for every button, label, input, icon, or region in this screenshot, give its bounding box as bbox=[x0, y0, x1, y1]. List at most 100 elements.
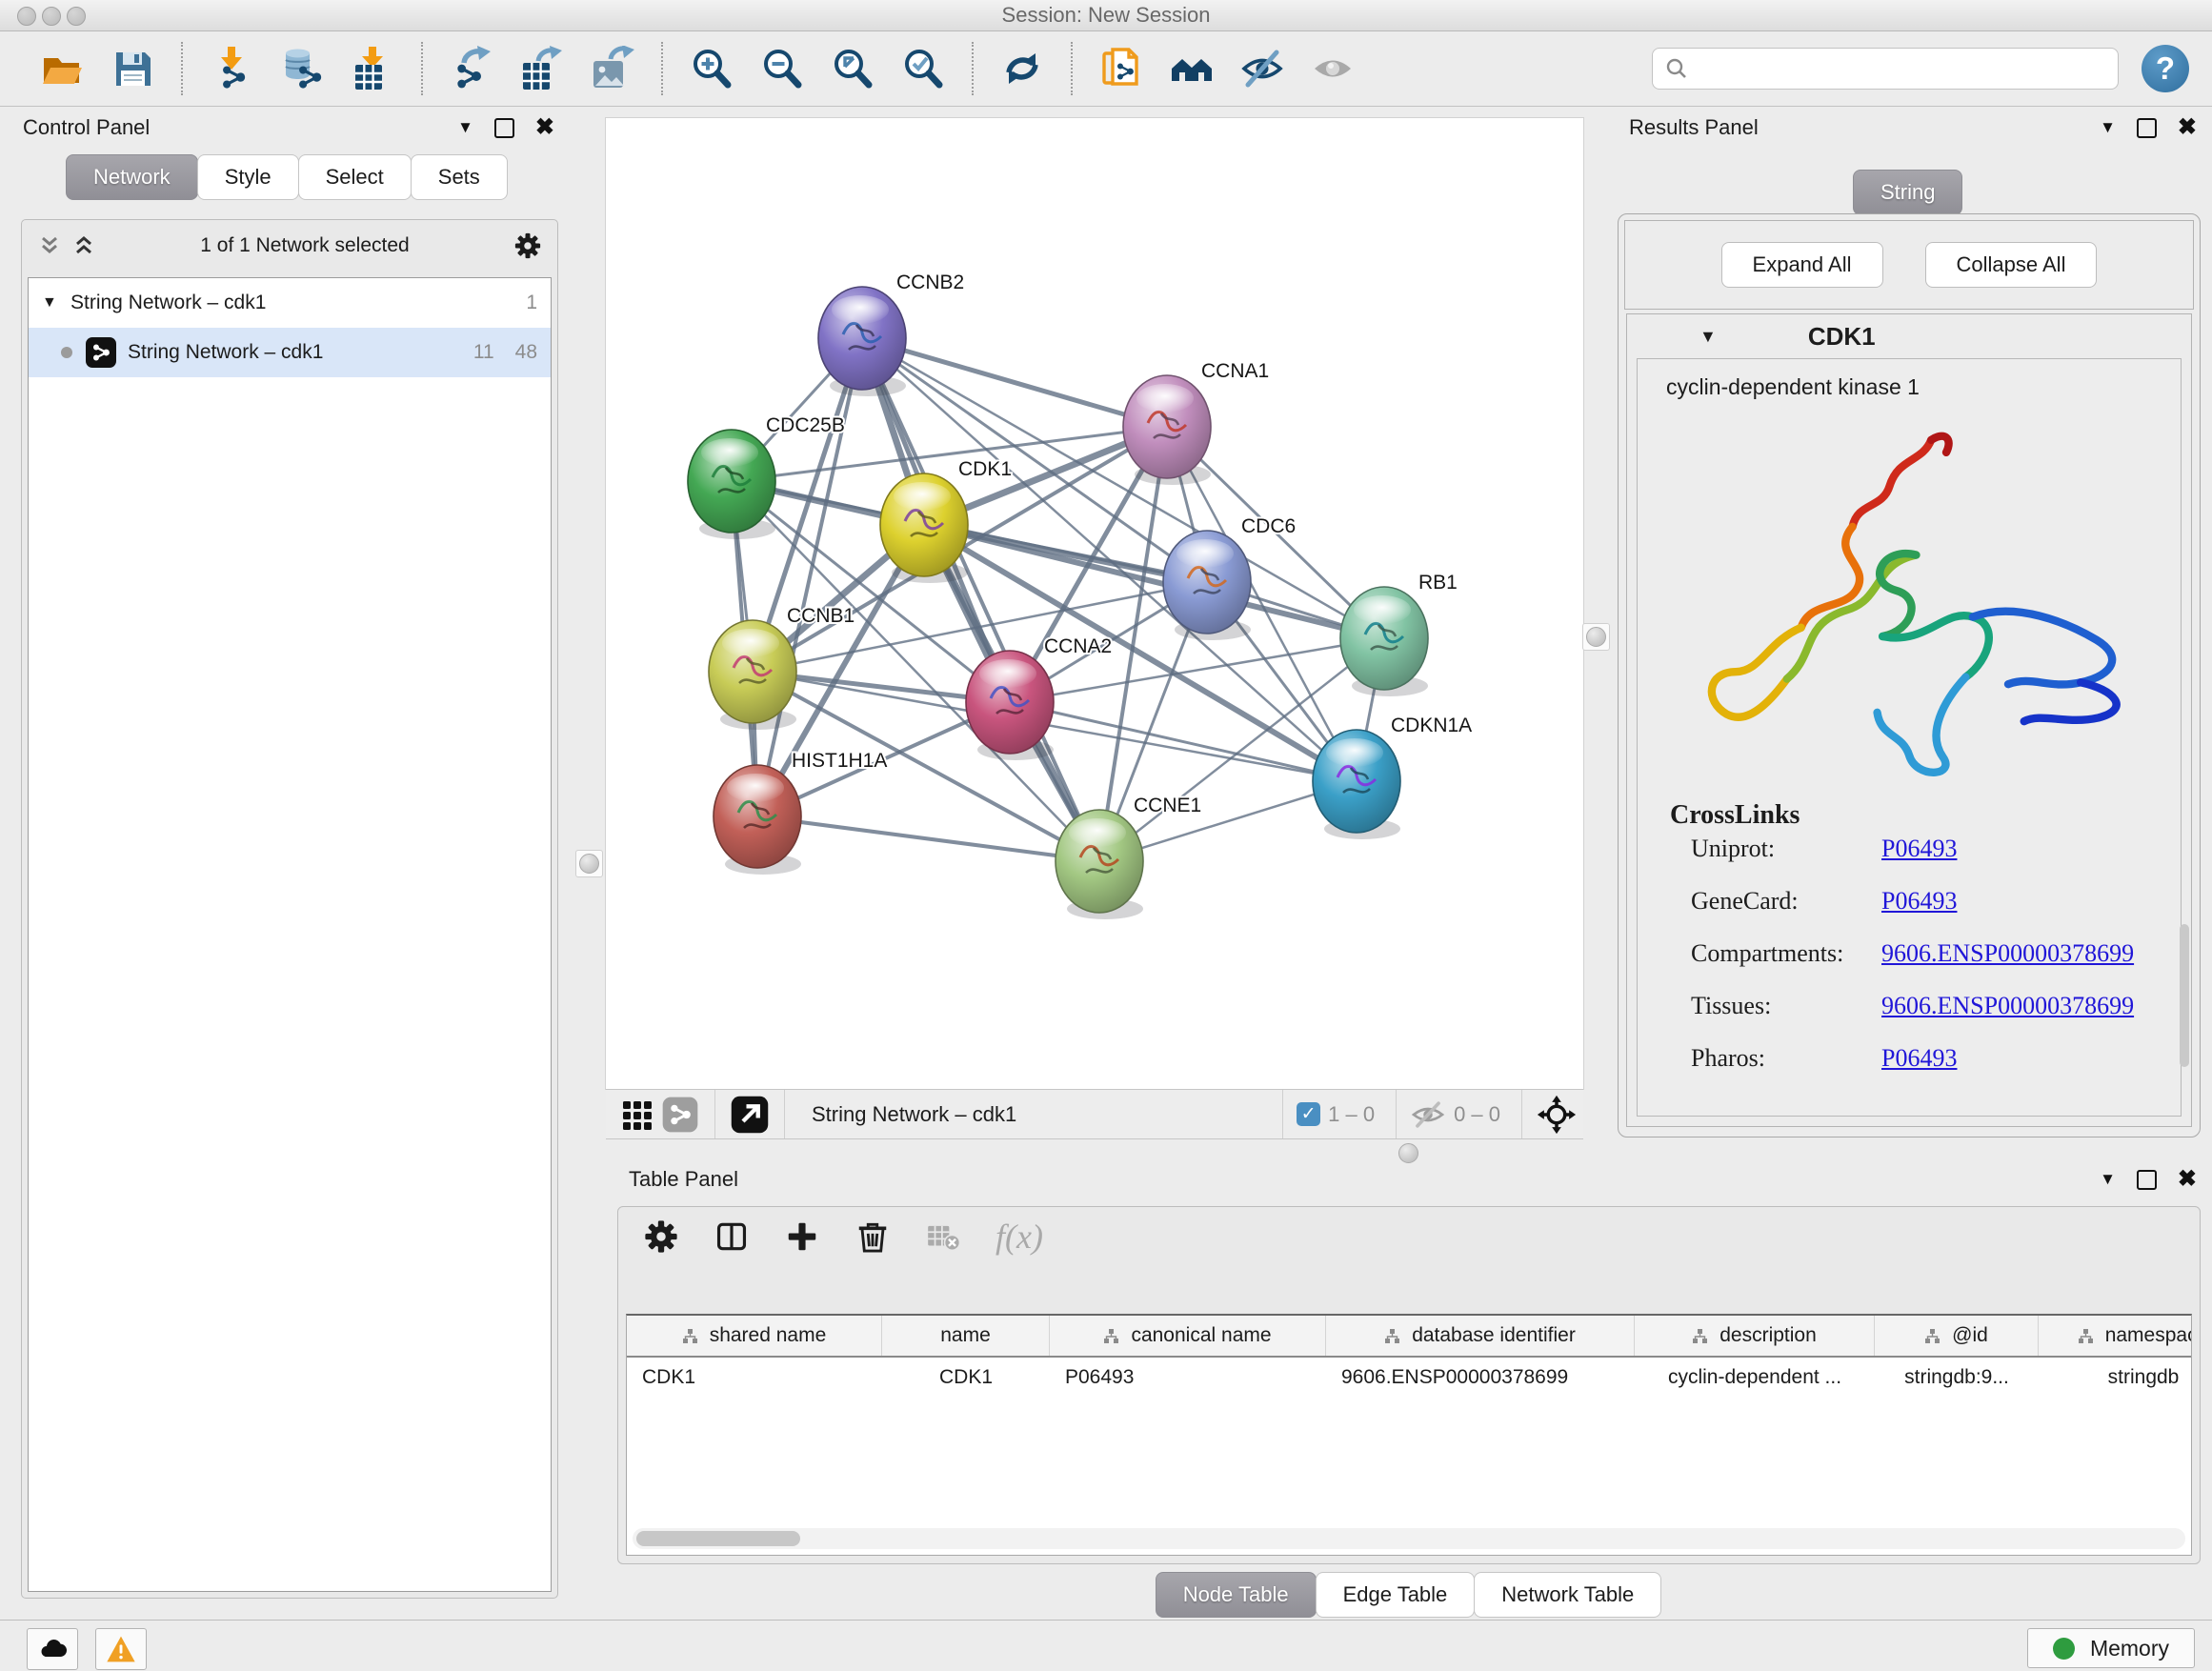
zoom-fit-icon[interactable] bbox=[829, 44, 876, 93]
show-columns-icon[interactable] bbox=[714, 1218, 750, 1255]
create-column-plus-icon[interactable] bbox=[784, 1218, 820, 1255]
collapse-triangle-icon[interactable]: ▼ bbox=[42, 294, 70, 312]
zoom-out-icon[interactable] bbox=[758, 44, 806, 93]
save-session-icon[interactable] bbox=[109, 44, 156, 93]
network-canvas[interactable]: CCNB2CCNA1CDC25BCDK1CDC6RB1CCNB1CCNA2CDK… bbox=[606, 118, 1583, 1089]
horizontal-scrollbar-thumb[interactable] bbox=[636, 1531, 800, 1546]
show-all-hidden-icon[interactable] bbox=[1309, 44, 1357, 93]
node-CCNB1[interactable]: CCNB1 bbox=[709, 605, 855, 730]
table-cell[interactable]: stringdb bbox=[2039, 1358, 2192, 1398]
collapse-all-icon[interactable] bbox=[37, 233, 62, 258]
panel-close-icon[interactable]: ✖ bbox=[535, 116, 554, 139]
column-header-namespace[interactable]: namespace bbox=[2039, 1316, 2192, 1356]
collapse-all-button[interactable]: Collapse All bbox=[1925, 242, 2098, 288]
edge-CCNB2-HIST1H1A[interactable] bbox=[757, 338, 862, 816]
warnings-button[interactable] bbox=[95, 1628, 147, 1670]
node-CDC6[interactable]: CDC6 bbox=[1163, 515, 1296, 640]
network-options-gear-icon[interactable] bbox=[513, 232, 542, 260]
expand-all-icon[interactable] bbox=[71, 233, 96, 258]
table-cell[interactable]: 9606.ENSP00000378699 bbox=[1326, 1358, 1635, 1398]
vertical-scrollbar-thumb[interactable] bbox=[2180, 924, 2189, 1067]
open-session-icon[interactable] bbox=[38, 44, 86, 93]
column-header--id[interactable]: @id bbox=[1875, 1316, 2039, 1356]
network-view-mode-icon[interactable] bbox=[659, 1094, 701, 1136]
table-cell[interactable]: stringdb:9... bbox=[1875, 1358, 2039, 1398]
node-RB1[interactable]: RB1 bbox=[1340, 572, 1458, 696]
network-collection-row[interactable]: ▼ String Network – cdk1 1 bbox=[29, 278, 551, 328]
crosslink-link[interactable]: P06493 bbox=[1881, 835, 1957, 863]
column-header-description[interactable]: description bbox=[1635, 1316, 1875, 1356]
tab-network[interactable]: Network bbox=[66, 154, 198, 200]
pan-crosshair-icon[interactable] bbox=[1536, 1094, 1578, 1136]
panel-menu-icon[interactable]: ▼ bbox=[2100, 118, 2116, 137]
column-header-database-identifier[interactable]: database identifier bbox=[1326, 1316, 1635, 1356]
panel-close-icon[interactable]: ✖ bbox=[2178, 116, 2197, 139]
import-network-file-icon[interactable] bbox=[208, 44, 255, 93]
left-splitter-handle[interactable] bbox=[575, 850, 603, 877]
table-cell[interactable]: cyclin-dependent ... bbox=[1635, 1358, 1875, 1398]
panel-menu-icon[interactable]: ▼ bbox=[457, 118, 473, 137]
crosslink-link[interactable]: P06493 bbox=[1881, 1044, 1957, 1073]
crosslink-link[interactable]: 9606.ENSP00000378699 bbox=[1881, 992, 2134, 1020]
node-table[interactable]: shared namenamecanonical namedatabase id… bbox=[626, 1314, 2192, 1556]
hide-selected-icon[interactable] bbox=[1238, 44, 1286, 93]
grid-view-icon[interactable] bbox=[617, 1094, 659, 1136]
edge-CCNB2-CCNA1[interactable] bbox=[862, 338, 1167, 427]
birds-eye-view-icon[interactable] bbox=[729, 1094, 771, 1136]
edge-CCNB2-CCNE1[interactable] bbox=[862, 338, 1099, 861]
panel-close-icon[interactable]: ✖ bbox=[2178, 1168, 2197, 1191]
network-row-selected[interactable]: String Network – cdk1 11 48 bbox=[29, 328, 551, 377]
cloud-status-button[interactable] bbox=[27, 1628, 78, 1670]
network-overview-icon[interactable] bbox=[1168, 44, 1216, 93]
tab-style[interactable]: Style bbox=[197, 154, 299, 200]
table-cell[interactable]: P06493 bbox=[1050, 1358, 1326, 1398]
node-HIST1H1A[interactable]: HIST1H1A bbox=[714, 750, 887, 875]
edge-HIST1H1A-CCNE1[interactable] bbox=[757, 816, 1099, 861]
memory-button[interactable]: Memory bbox=[2027, 1628, 2195, 1668]
tab-sets[interactable]: Sets bbox=[411, 154, 508, 200]
tab-node-table[interactable]: Node Table bbox=[1156, 1572, 1317, 1618]
search-box[interactable] bbox=[1652, 48, 2119, 90]
column-header-shared-name[interactable]: shared name bbox=[627, 1316, 882, 1356]
edge-CDK1-RB1[interactable] bbox=[924, 525, 1384, 638]
panel-float-icon[interactable] bbox=[2137, 118, 2157, 138]
help-icon[interactable]: ? bbox=[2142, 45, 2189, 92]
search-icon bbox=[1664, 56, 1689, 81]
tab-string[interactable]: String bbox=[1853, 170, 1962, 215]
table-row[interactable]: CDK1CDK1P064939606.ENSP00000378699cyclin… bbox=[627, 1358, 2191, 1398]
export-image-icon[interactable] bbox=[589, 44, 636, 93]
node-label-HIST1H1A: HIST1H1A bbox=[792, 750, 887, 772]
panel-menu-icon[interactable]: ▼ bbox=[2100, 1170, 2116, 1189]
panel-float-icon[interactable] bbox=[494, 118, 514, 138]
apply-layout-icon[interactable] bbox=[998, 44, 1046, 93]
crosslink-row: Uniprot:P06493 bbox=[1638, 835, 2181, 887]
selected-checkbox-icon[interactable]: ✓ bbox=[1297, 1102, 1320, 1126]
expand-all-button[interactable]: Expand All bbox=[1721, 242, 1883, 288]
export-table-icon[interactable] bbox=[518, 44, 566, 93]
table-options-gear-icon[interactable] bbox=[643, 1218, 679, 1255]
column-header-name[interactable]: name bbox=[882, 1316, 1050, 1356]
collapse-triangle-icon[interactable]: ▼ bbox=[1699, 327, 1717, 347]
tab-select[interactable]: Select bbox=[298, 154, 412, 200]
panel-float-icon[interactable] bbox=[2137, 1170, 2157, 1190]
search-input[interactable] bbox=[1689, 56, 2118, 81]
import-table-file-icon[interactable] bbox=[349, 44, 396, 93]
export-network-icon[interactable] bbox=[448, 44, 495, 93]
zoom-in-icon[interactable] bbox=[688, 44, 735, 93]
delete-column-trash-icon[interactable] bbox=[855, 1218, 891, 1255]
table-cell[interactable]: CDK1 bbox=[627, 1358, 882, 1398]
clone-network-icon[interactable] bbox=[1097, 44, 1145, 93]
node-CCNA1[interactable]: CCNA1 bbox=[1123, 360, 1269, 485]
horizontal-scrollbar[interactable] bbox=[633, 1528, 2185, 1549]
crosslink-link[interactable]: 9606.ENSP00000378699 bbox=[1881, 939, 2134, 968]
tab-network-table[interactable]: Network Table bbox=[1474, 1572, 1661, 1618]
table-cell[interactable]: CDK1 bbox=[882, 1358, 1050, 1398]
node-CCNB2[interactable]: CCNB2 bbox=[818, 272, 964, 396]
crosslink-link[interactable]: P06493 bbox=[1881, 887, 1957, 916]
column-header-canonical-name[interactable]: canonical name bbox=[1050, 1316, 1326, 1356]
node-CDKN1A[interactable]: CDKN1A bbox=[1313, 715, 1472, 839]
tab-edge-table[interactable]: Edge Table bbox=[1316, 1572, 1476, 1618]
import-network-database-icon[interactable] bbox=[278, 44, 326, 93]
right-splitter-handle[interactable] bbox=[1582, 623, 1610, 651]
zoom-selected-icon[interactable] bbox=[899, 44, 947, 93]
